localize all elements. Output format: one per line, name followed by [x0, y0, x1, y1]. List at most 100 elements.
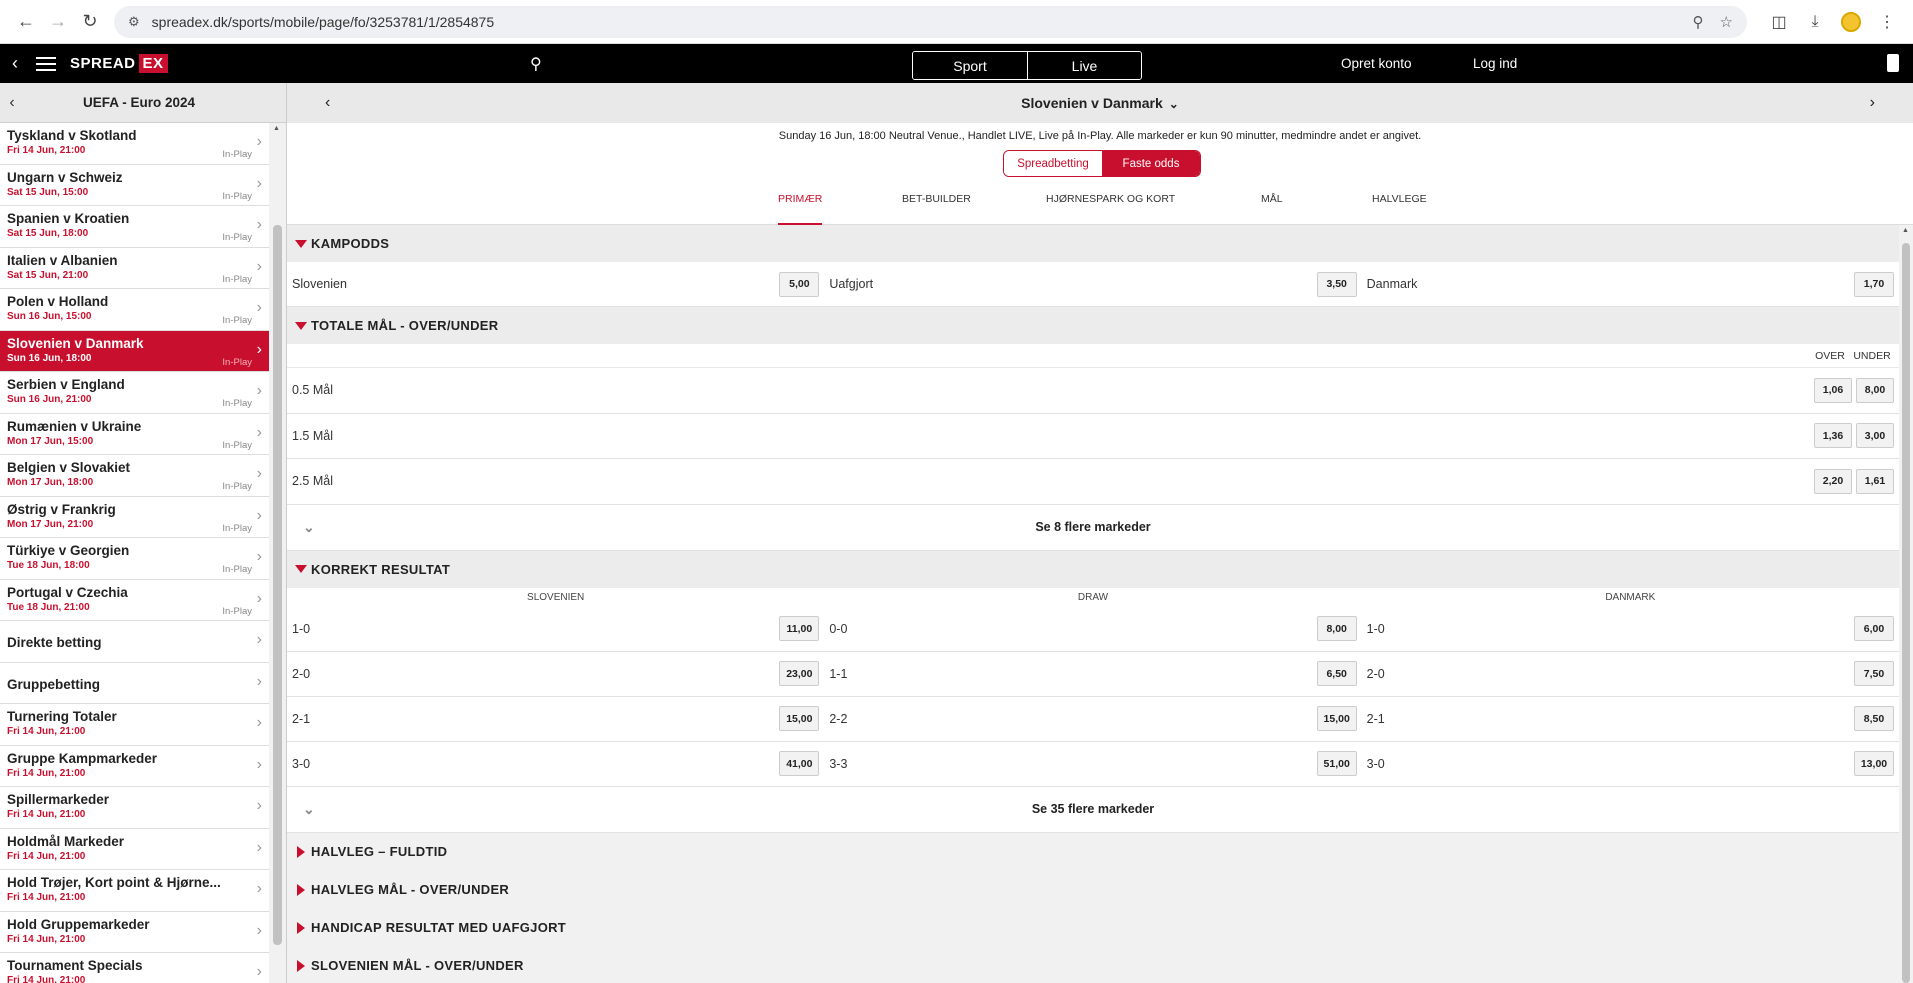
sidebar-item-name: Türkiye v Georgien: [7, 543, 130, 558]
odds-button[interactable]: 5,00: [779, 271, 820, 297]
odds-button[interactable]: 1,70: [1853, 271, 1894, 297]
odds-button[interactable]: 8,50: [1853, 706, 1894, 731]
sidebar-item[interactable]: Slovenien v Danmark Sun 16 Jun, 18:00 In-P…: [0, 330, 270, 372]
download-icon[interactable]: ⤓: [1799, 6, 1831, 38]
odds-button[interactable]: 3,50: [1316, 271, 1357, 297]
under-odds-button[interactable]: 3,00: [1856, 423, 1894, 449]
sidebar-scrollbar[interactable]: ▲: [269, 123, 286, 983]
odds-button[interactable]: 23,00: [779, 661, 820, 686]
zoom-icon[interactable]: ⚲: [1693, 13, 1704, 31]
site-info-icon[interactable]: ⚙: [128, 14, 140, 30]
over-odds-button[interactable]: 1,06: [1814, 377, 1852, 403]
chevron-right-icon: ›: [256, 797, 262, 814]
sidebar-item[interactable]: Spillermarkeder Fri 14 Jun, 21:00 ›: [0, 787, 270, 829]
sidebar-item[interactable]: Direkte betting ›: [0, 621, 270, 663]
sidebar-item[interactable]: Serbien v England Sun 16 Jun, 21:00 In-Pla…: [0, 372, 270, 414]
create-account-link[interactable]: Opret konto: [1341, 56, 1412, 71]
sidebar-item[interactable]: Gruppe Kampmarkeder Fri 14 Jun, 21:00 ›: [0, 746, 270, 787]
profile-avatar[interactable]: [1835, 6, 1867, 38]
sidebar-item[interactable]: Italien v Albanien Sat 15 Jun, 21:00 In-Pl…: [0, 248, 270, 289]
back-icon[interactable]: ←: [10, 6, 42, 38]
sidebar-item[interactable]: Hold Gruppemarkeder Fri 14 Jun, 21:00 ›: [0, 912, 270, 953]
selection-away: Danmark 1,70: [1362, 271, 1899, 297]
sidebar-item[interactable]: Belgien v Slovakiet Mon 17 Jun, 18:00 In-P…: [0, 455, 270, 497]
sidebar-item[interactable]: Tournament Specials Fri 14 Jun, 21:00 ›: [0, 953, 270, 983]
odds-button[interactable]: 6,50: [1316, 661, 1357, 686]
sidebar-item[interactable]: Rumænien v Ukraine Mon 17 Jun, 15:00 In-Pl…: [0, 414, 270, 455]
market-header-collapsed[interactable]: SLOVENIEN MÅL - OVER/UNDER: [287, 946, 1899, 983]
odds-button[interactable]: 15,00: [1316, 706, 1357, 731]
spreadex-logo[interactable]: SPREAD EX: [70, 54, 168, 73]
scrollbar-thumb[interactable]: [273, 225, 282, 945]
main-scrollbar[interactable]: ▲: [1899, 225, 1913, 983]
more-markets-correct-score[interactable]: ⌄ Se 35 flere markeder: [287, 786, 1899, 833]
more-markets-totals[interactable]: ⌄ Se 8 flere markeder: [287, 504, 1899, 551]
market-header-kampodds[interactable]: KAMPODDS: [287, 225, 1899, 262]
market-header-collapsed[interactable]: HALVLEG MÅL - OVER/UNDER: [287, 870, 1899, 909]
sidebar-item[interactable]: Holdmål Markeder Fri 14 Jun, 21:00 ›: [0, 829, 270, 870]
odds-button[interactable]: 51,00: [1316, 751, 1357, 776]
tab-halves[interactable]: HALVLEGE: [1372, 193, 1427, 225]
sport-button[interactable]: Sport: [913, 52, 1027, 79]
tab-corners-cards[interactable]: HJØRNESPARK OG KORT: [1046, 193, 1175, 225]
sidebar-item[interactable]: Polen v Holland Sun 16 Jun, 15:00 In-Play ›: [0, 289, 270, 331]
sidebar-item[interactable]: Tyskland v Skotland Fri 14 Jun, 21:00 In-P…: [0, 123, 270, 165]
reload-icon[interactable]: ↻: [74, 6, 106, 38]
prev-event-icon[interactable]: ‹: [325, 94, 330, 112]
tab-primaer[interactable]: PRIMÆR: [778, 193, 823, 225]
odds-button[interactable]: 11,00: [779, 616, 820, 641]
sidebar-item[interactable]: Østrig v Frankrig Mon 17 Jun, 21:00 In-Pla…: [0, 497, 270, 538]
login-link[interactable]: Log ind: [1473, 56, 1517, 71]
avatar: [1841, 11, 1861, 32]
address-bar[interactable]: ⚙ spreadex.dk/sports/mobile/page/fo/3253…: [114, 5, 1747, 38]
sidebar-item[interactable]: Hold Trøjer, Kort point & Hjørne... Fri 1…: [0, 870, 270, 912]
scrollbar-thumb[interactable]: [1902, 243, 1910, 983]
fixed-odds-toggle[interactable]: Faste odds: [1102, 151, 1200, 176]
sidebar-item-date: Fri 14 Jun, 21:00: [7, 809, 86, 820]
tab-goals[interactable]: MÅL: [1261, 193, 1283, 225]
extensions-icon[interactable]: ◫: [1763, 6, 1795, 38]
next-event-icon[interactable]: ›: [1870, 94, 1875, 112]
over-label: OVER: [1815, 349, 1845, 362]
sidebar-item[interactable]: Türkiye v Georgien Tue 18 Jun, 18:00 In-Pl…: [0, 538, 270, 580]
score-cell: 2-2 15,00: [824, 706, 1361, 731]
sidebar-item[interactable]: Gruppebetting ›: [0, 663, 270, 704]
market-header-collapsed[interactable]: HALVLEG – FULDTID: [287, 832, 1899, 871]
odds-button[interactable]: 41,00: [779, 751, 820, 776]
menu-kebab-icon[interactable]: ⋮: [1871, 6, 1903, 38]
scroll-up-icon[interactable]: ▲: [273, 125, 280, 132]
under-odds-button[interactable]: 1,61: [1856, 468, 1894, 494]
sidebar-item[interactable]: Portugal v Czechia Tue 18 Jun, 21:00 In-Pl…: [0, 580, 270, 621]
market-header-correct-score[interactable]: KORREKT RESULTAT: [287, 550, 1899, 588]
sidebar-item[interactable]: Ungarn v Schweiz Sat 15 Jun, 15:00 In-Play…: [0, 165, 270, 206]
sidebar-back-icon[interactable]: ‹: [2, 94, 22, 112]
market-header-totals[interactable]: TOTALE MÅL - OVER/UNDER: [287, 307, 1899, 344]
over-odds-button[interactable]: 2,20: [1814, 468, 1852, 494]
event-title[interactable]: Slovenien v Danmark ⌄: [1021, 95, 1179, 111]
betslip-icon[interactable]: [1887, 54, 1899, 72]
sidebar-item-name: Gruppe Kampmarkeder: [7, 750, 158, 766]
under-odds-button[interactable]: 8,00: [1856, 377, 1894, 403]
live-button[interactable]: Live: [1027, 52, 1141, 79]
odds-button[interactable]: 7,50: [1853, 661, 1894, 686]
scroll-up-icon[interactable]: ▲: [1902, 227, 1909, 234]
odds-button[interactable]: 13,00: [1853, 751, 1894, 776]
odds-button[interactable]: 6,00: [1853, 616, 1894, 641]
hamburger-menu-icon[interactable]: [36, 56, 56, 71]
sidebar-item[interactable]: Turnering Totaler Fri 14 Jun, 21:00 ›: [0, 704, 270, 746]
odds-button[interactable]: 8,00: [1316, 616, 1357, 641]
collapsed-icon: [297, 959, 305, 972]
market-header-collapsed[interactable]: HANDICAP RESULTAT MED UAFGJORT: [287, 908, 1899, 947]
forward-icon[interactable]: →: [42, 6, 74, 38]
odds-button[interactable]: 15,00: [779, 706, 820, 731]
sidebar-item-date: Fri 14 Jun, 21:00: [7, 726, 86, 737]
tab-bet-builder[interactable]: BET-BUILDER: [902, 193, 971, 225]
spreadbetting-toggle[interactable]: Spreadbetting: [1004, 151, 1102, 176]
sidebar-item[interactable]: Spanien v Kroatien Sat 15 Jun, 18:00 In-Pl…: [0, 206, 270, 248]
back-chevron-icon[interactable]: ‹: [4, 53, 26, 74]
search-icon[interactable]: ⚲: [530, 54, 542, 74]
over-odds-button[interactable]: 1,36: [1814, 423, 1852, 449]
bookmark-star-icon[interactable]: ☆: [1720, 13, 1733, 31]
url-text[interactable]: spreadex.dk/sports/mobile/page/fo/325378…: [152, 14, 1677, 30]
score-label: 2-0: [292, 666, 311, 681]
